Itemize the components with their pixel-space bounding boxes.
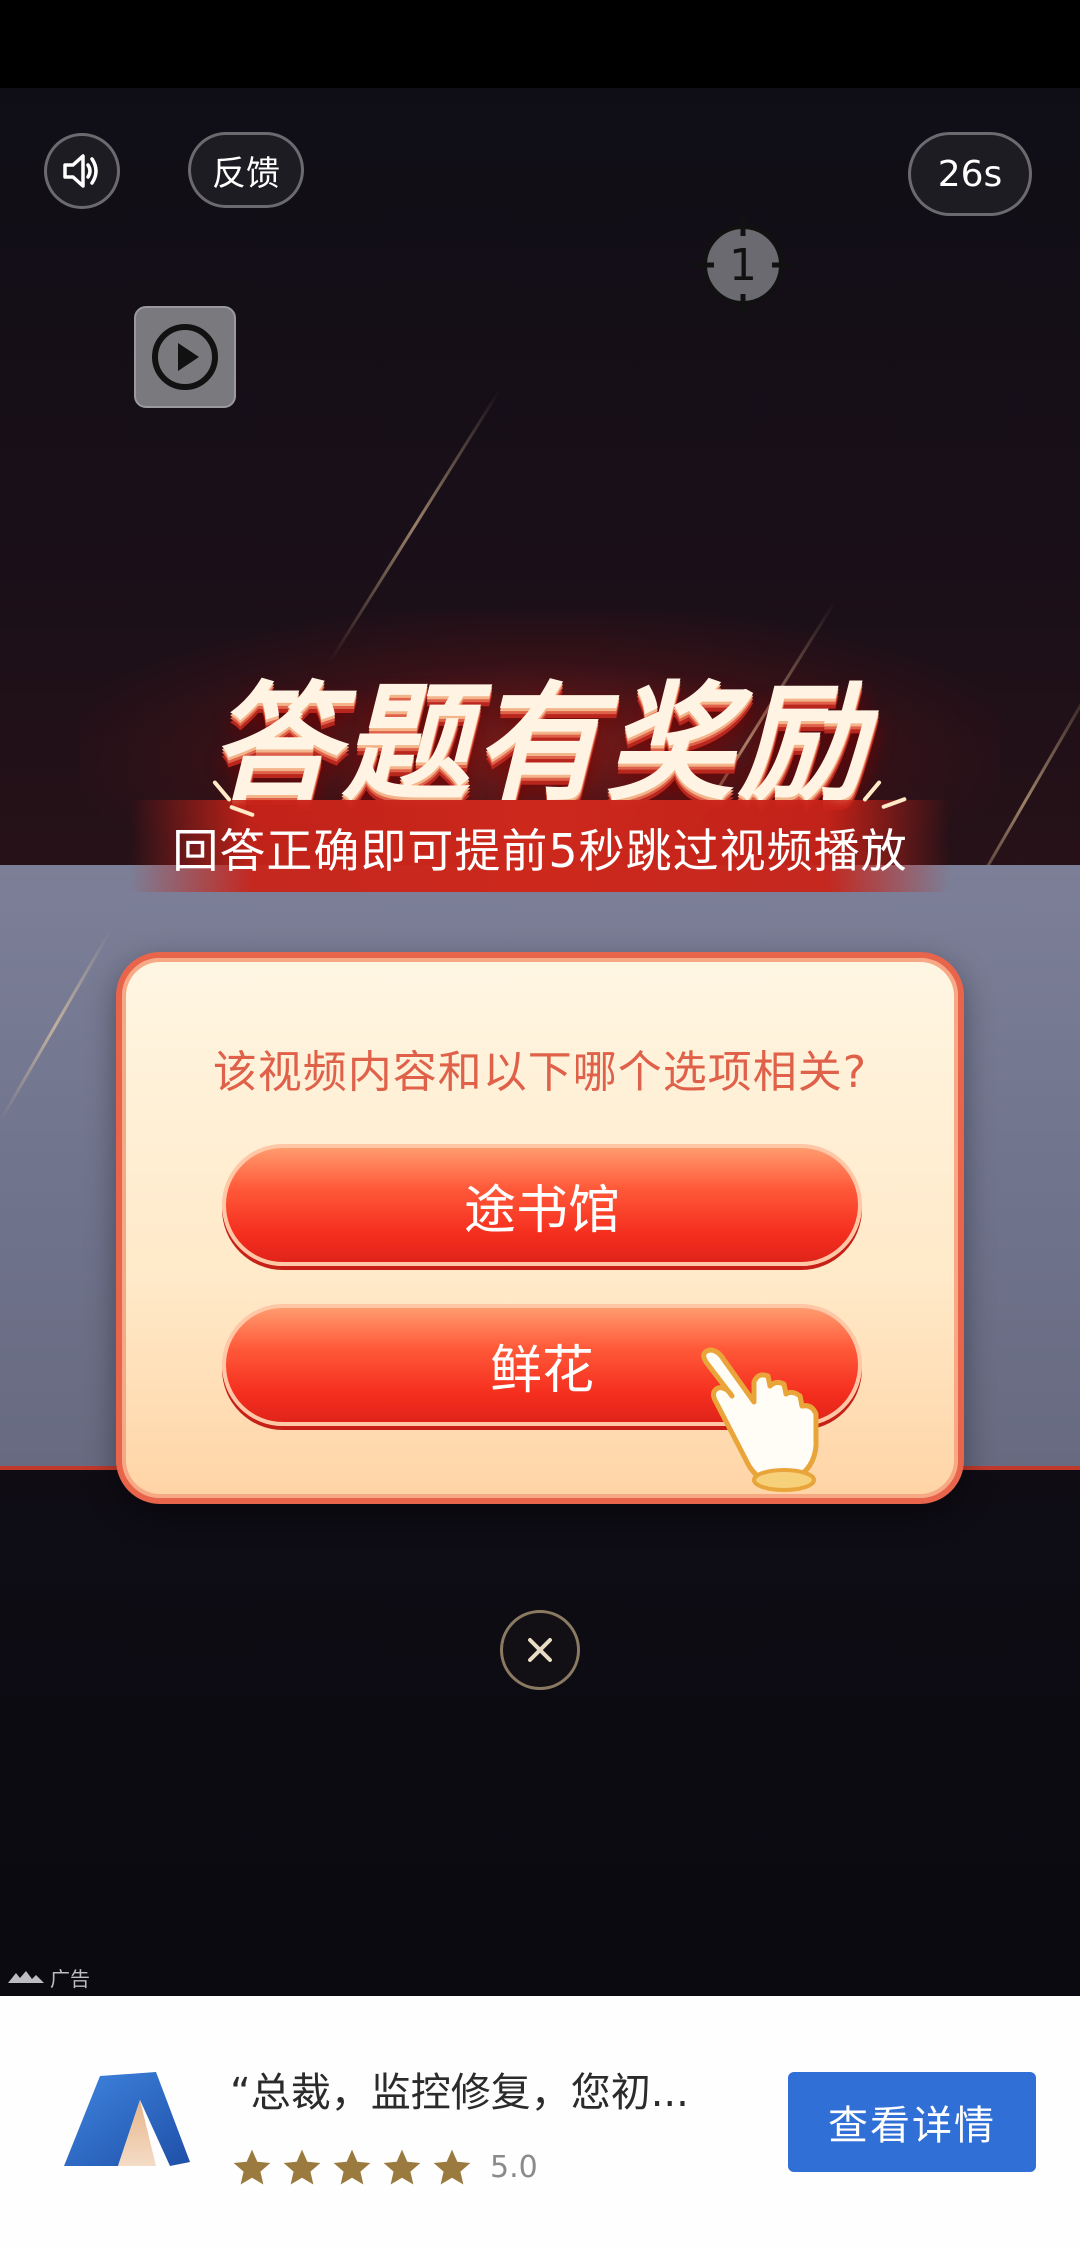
app-logo-icon [64, 2072, 190, 2166]
quiz-dialog: 该视频内容和以下哪个选项相关? 途书馆 鲜花 [116, 952, 964, 1504]
reward-subtitle: 回答正确即可提前5秒跳过视频播放 [172, 824, 908, 878]
view-details-button[interactable]: 查看详情 [788, 2072, 1036, 2172]
rating-value: 5.0 [490, 2150, 538, 2185]
ad-label-text: 广告 [50, 1966, 90, 1991]
hand-pointer-icon [701, 1347, 819, 1492]
ad-title[interactable]: “总裁，监控修复，您初... [230, 2060, 730, 2118]
rating-stars [230, 2146, 474, 2190]
quiz-question: 该视频内容和以下哪个选项相关? [212, 1047, 868, 1098]
answer-option-label: 鲜花 [489, 1340, 594, 1401]
star-icon [283, 2149, 321, 2185]
star-icon [383, 2149, 421, 2185]
feedback-label: 反馈 [212, 153, 280, 194]
target-marker-icon: 1 [692, 214, 794, 316]
close-button[interactable] [500, 1610, 580, 1690]
answer-option-button[interactable]: 途书馆 [222, 1144, 862, 1266]
countdown-timer: 26s [908, 132, 1032, 216]
speaker-icon [63, 154, 98, 188]
star-icon [433, 2149, 471, 2185]
close-icon [528, 1638, 552, 1662]
play-icon [152, 324, 218, 390]
countdown-text: 26s [937, 153, 1003, 195]
star-icon [233, 2149, 271, 2185]
ad-label: 广告 [8, 1962, 90, 1992]
target-marker-number: 1 [729, 240, 757, 291]
answer-option-label: 途书馆 [463, 1180, 620, 1241]
status-bar [0, 0, 1080, 88]
play-button[interactable] [134, 306, 236, 408]
star-icon [333, 2149, 371, 2185]
sound-button[interactable] [44, 133, 120, 209]
view-details-label: 查看详情 [828, 2103, 996, 2149]
feedback-button[interactable]: 反馈 [188, 132, 304, 208]
ad-network-icon [8, 1971, 44, 1983]
reward-headline: 答题有奖励 [209, 670, 870, 819]
